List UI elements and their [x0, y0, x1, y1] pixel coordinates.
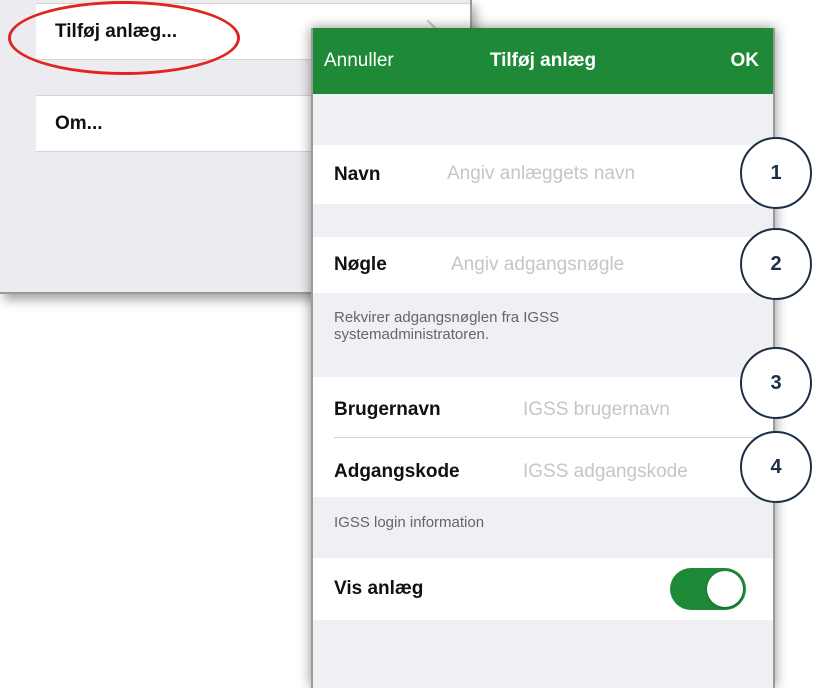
password-input[interactable]	[523, 461, 753, 483]
key-label: Nøgle	[334, 254, 387, 275]
toggle-knob	[707, 571, 743, 607]
dialog-title: Tilføj anlæg	[489, 50, 597, 71]
menu-item-label: Om...	[55, 112, 103, 134]
show-plant-label: Vis anlæg	[334, 578, 424, 599]
name-cell: Navn	[313, 145, 773, 204]
username-input[interactable]	[523, 399, 753, 421]
login-footer-text: IGSS login information	[334, 514, 485, 531]
show-plant-toggle[interactable]	[670, 568, 746, 610]
callout-4: 4	[740, 431, 812, 503]
username-label: Brugernavn	[334, 399, 441, 420]
callout-1: 1	[740, 137, 812, 209]
add-plant-dialog: Annuller Tilføj anlæg OK Navn Nøgle Rekv…	[311, 28, 775, 688]
name-label: Navn	[334, 164, 381, 185]
name-input[interactable]	[447, 163, 747, 185]
divider	[334, 437, 773, 438]
ok-button[interactable]: OK	[731, 50, 760, 72]
login-cell-group: Brugernavn Adgangskode	[313, 377, 773, 497]
key-footer-text: Rekvirer adgangsnøglen fra IGSS systemad…	[334, 309, 560, 343]
show-plant-cell: Vis anlæg	[313, 558, 773, 620]
callout-3: 3	[740, 347, 812, 419]
highlight-ellipse	[8, 1, 240, 75]
key-input[interactable]	[451, 254, 751, 276]
key-cell: Nøgle	[313, 237, 773, 293]
callout-2: 2	[740, 228, 812, 300]
password-label: Adgangskode	[334, 461, 460, 482]
dialog-navbar: Annuller Tilføj anlæg OK	[313, 28, 773, 94]
